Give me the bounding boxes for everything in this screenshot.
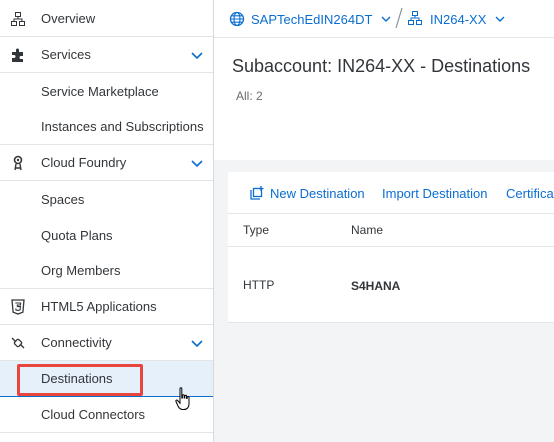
- sidebar-item-label: Cloud Foundry: [41, 155, 127, 170]
- sidebar-item-label: Org Members: [41, 263, 121, 278]
- hierarchy-icon: [408, 11, 424, 27]
- breadcrumb-separator: [395, 7, 403, 29]
- sidebar-item-label: Quota Plans: [41, 227, 113, 243]
- breadcrumb-subaccount[interactable]: IN264-XX: [408, 10, 506, 28]
- page-title: Subaccount: IN264-XX - Destinations: [232, 56, 531, 76]
- column-header-name[interactable]: Name: [351, 223, 383, 237]
- chevron-down-icon: [380, 13, 392, 25]
- cell-name: S4HANA: [351, 279, 401, 293]
- sidebar-item-label: Overview: [41, 11, 96, 26]
- sidebar-item-org-members[interactable]: Org Members: [0, 253, 213, 289]
- side-navigation: Overview Services Service Marketplace In…: [0, 0, 214, 442]
- sidebar-item-label: Services: [41, 47, 91, 62]
- sidebar-item-label: Instances and Subscriptions: [41, 119, 204, 134]
- cloud-foundry-icon: [10, 155, 26, 171]
- chevron-down-icon[interactable]: [189, 155, 205, 171]
- sidebar-item-instances-subscriptions[interactable]: Instances and Subscriptions: [0, 109, 213, 145]
- sidebar-item-label: Destinations: [41, 371, 113, 386]
- sidebar-item-services[interactable]: Services: [0, 37, 213, 73]
- new-destination-button[interactable]: New Destination: [270, 186, 365, 201]
- chevron-down-icon[interactable]: [189, 335, 205, 351]
- hierarchy-icon: [10, 11, 26, 27]
- sidebar-item-label: HTML5 Applications: [41, 299, 157, 314]
- breadcrumb-global-account[interactable]: SAPTechEdIN264DT: [229, 10, 392, 28]
- sidebar-item-label: Spaces: [41, 191, 85, 207]
- column-header-type[interactable]: Type: [243, 223, 269, 237]
- sidebar-item-connectivity[interactable]: Connectivity: [0, 325, 213, 361]
- sidebar-item-html5-applications[interactable]: HTML5 Applications: [0, 289, 213, 325]
- breadcrumb-global-account-label: SAPTechEdIN264DT: [251, 11, 373, 27]
- html5-icon: [10, 298, 26, 315]
- sidebar-item-label: Connectivity: [41, 335, 112, 350]
- globe-icon: [229, 11, 245, 27]
- cell-type: HTTP: [243, 278, 275, 292]
- breadcrumb-subaccount-label: IN264-XX: [430, 11, 487, 27]
- sidebar-item-overview[interactable]: Overview: [0, 1, 213, 37]
- sidebar-item-quota-plans[interactable]: Quota Plans: [0, 217, 213, 253]
- sidebar-item-cloud-foundry[interactable]: Cloud Foundry: [0, 145, 213, 181]
- connectivity-icon: [10, 335, 26, 351]
- sidebar-item-spaces[interactable]: Spaces: [0, 181, 213, 217]
- chevron-down-icon: [494, 13, 506, 25]
- import-destination-button[interactable]: Import Destination: [382, 186, 488, 201]
- sidebar-item-label: Cloud Connectors: [41, 407, 146, 422]
- new-destination-icon: [249, 185, 265, 201]
- certificates-button[interactable]: Certificates: [506, 186, 554, 201]
- chevron-down-icon[interactable]: [189, 47, 205, 63]
- puzzle-icon: [10, 47, 26, 63]
- item-count: All: 2: [236, 89, 263, 103]
- hand-pointer-icon: [172, 386, 198, 412]
- sidebar-item-service-marketplace[interactable]: Service Marketplace: [0, 73, 213, 109]
- table-header: [228, 213, 554, 247]
- sidebar-item-label: Service Marketplace: [41, 83, 159, 99]
